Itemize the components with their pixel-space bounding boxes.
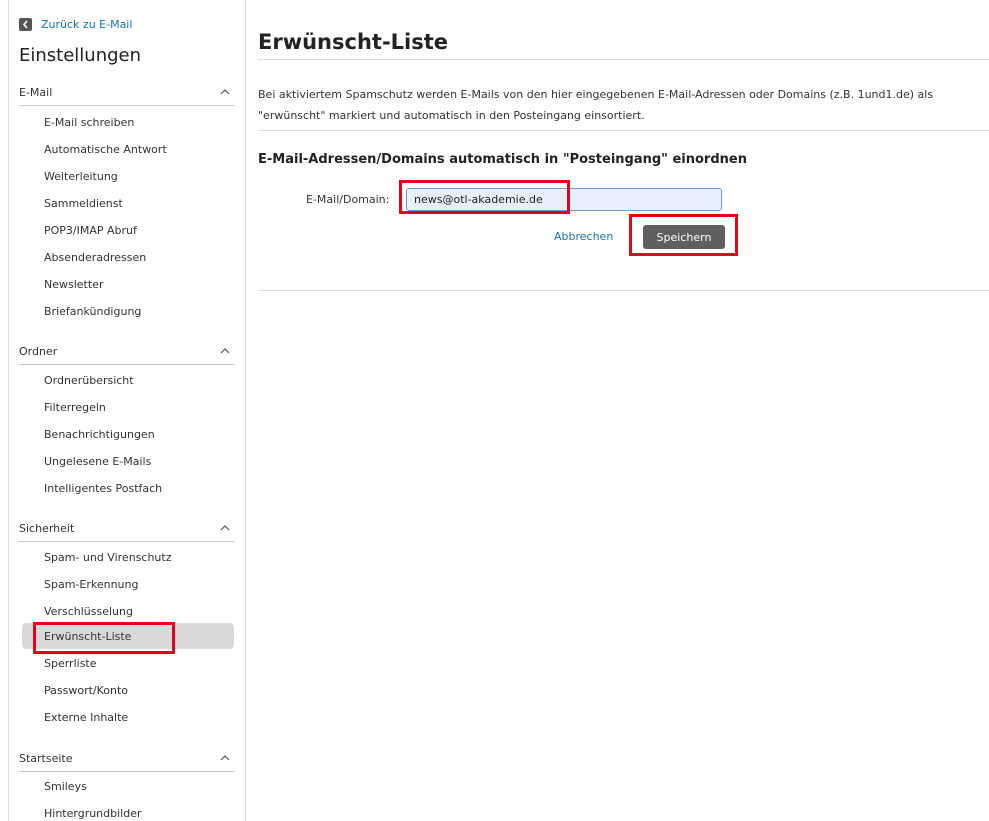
sidebar-item-spam-erkennung[interactable]: Spam-Erkennung bbox=[44, 578, 138, 591]
sidebar-item-weiterleitung[interactable]: Weiterleitung bbox=[44, 170, 118, 183]
sidebar-item-hintergrundbilder[interactable]: Hintergrundbilder bbox=[44, 807, 142, 820]
chevron-up-icon bbox=[220, 755, 230, 761]
sidebar-item-ungelesene-emails[interactable]: Ungelesene E-Mails bbox=[44, 455, 151, 468]
email-domain-input[interactable] bbox=[406, 188, 722, 211]
section-sicherheit-header[interactable]: Sicherheit bbox=[19, 522, 234, 542]
chevron-up-icon bbox=[220, 348, 230, 354]
cancel-link[interactable]: Abbrechen bbox=[554, 230, 613, 243]
description-divider bbox=[258, 130, 989, 131]
sidebar-item-email-schreiben[interactable]: E-Mail schreiben bbox=[44, 116, 134, 129]
sidebar-item-smileys[interactable]: Smileys bbox=[44, 780, 87, 793]
section-email-header[interactable]: E-Mail bbox=[19, 86, 234, 106]
section-label: Ordner bbox=[19, 345, 58, 358]
page-title: Erwünscht-Liste bbox=[258, 30, 449, 54]
settings-sidebar: Zurück zu E-Mail Einstellungen E-Mail E-… bbox=[0, 0, 246, 821]
form-divider bbox=[258, 290, 989, 291]
section-label: Sicherheit bbox=[19, 522, 75, 535]
settings-title: Einstellungen bbox=[19, 45, 142, 66]
email-domain-label: E-Mail/Domain: bbox=[306, 193, 390, 206]
section-label: Startseite bbox=[19, 752, 73, 765]
sidebar-item-ordneruebersicht[interactable]: Ordnerübersicht bbox=[44, 374, 134, 387]
sidebar-item-intelligentes-postfach[interactable]: Intelligentes Postfach bbox=[44, 482, 162, 495]
sidebar-item-verschluesselung[interactable]: Verschlüsselung bbox=[44, 605, 133, 618]
sidebar-item-automatische-antwort[interactable]: Automatische Antwort bbox=[44, 143, 167, 156]
back-to-email-link[interactable]: Zurück zu E-Mail bbox=[19, 18, 132, 31]
sidebar-item-externe-inhalte[interactable]: Externe Inhalte bbox=[44, 711, 128, 724]
settings-main-panel: Erwünscht-Liste Bei aktiviertem Spamschu… bbox=[258, 0, 989, 821]
title-divider bbox=[258, 59, 989, 60]
section-label: E-Mail bbox=[19, 86, 53, 99]
sidebar-item-passwort-konto[interactable]: Passwort/Konto bbox=[44, 684, 128, 697]
sidebar-item-filterregeln[interactable]: Filterregeln bbox=[44, 401, 106, 414]
section-startseite-header[interactable]: Startseite bbox=[19, 752, 234, 772]
sidebar-item-newsletter[interactable]: Newsletter bbox=[44, 278, 103, 291]
sidebar-item-spam-virenschutz[interactable]: Spam- und Virenschutz bbox=[44, 551, 171, 564]
section-title: E-Mail-Adressen/Domains automatisch in "… bbox=[258, 152, 747, 167]
back-link-label: Zurück zu E-Mail bbox=[41, 18, 133, 31]
sidebar-item-absenderadressen[interactable]: Absenderadressen bbox=[44, 251, 146, 264]
sidebar-item-sammeldienst[interactable]: Sammeldienst bbox=[44, 197, 123, 210]
sidebar-item-pop3-imap[interactable]: POP3/IMAP Abruf bbox=[44, 224, 137, 237]
sidebar-item-sperrliste[interactable]: Sperrliste bbox=[44, 657, 97, 670]
sidebar-item-benachrichtigungen[interactable]: Benachrichtigungen bbox=[44, 428, 155, 441]
save-button[interactable]: Speichern bbox=[643, 225, 725, 249]
section-ordner-header[interactable]: Ordner bbox=[19, 345, 234, 365]
chevron-up-icon bbox=[220, 89, 230, 95]
chevron-left-icon bbox=[19, 18, 32, 31]
sidebar-item-erwuenscht-liste[interactable]: Erwünscht-Liste bbox=[44, 630, 131, 643]
chevron-up-icon bbox=[220, 525, 230, 531]
page-description: Bei aktiviertem Spamschutz werden E-Mail… bbox=[258, 88, 934, 122]
sidebar-item-briefankuendigung[interactable]: Briefankündigung bbox=[44, 305, 141, 318]
